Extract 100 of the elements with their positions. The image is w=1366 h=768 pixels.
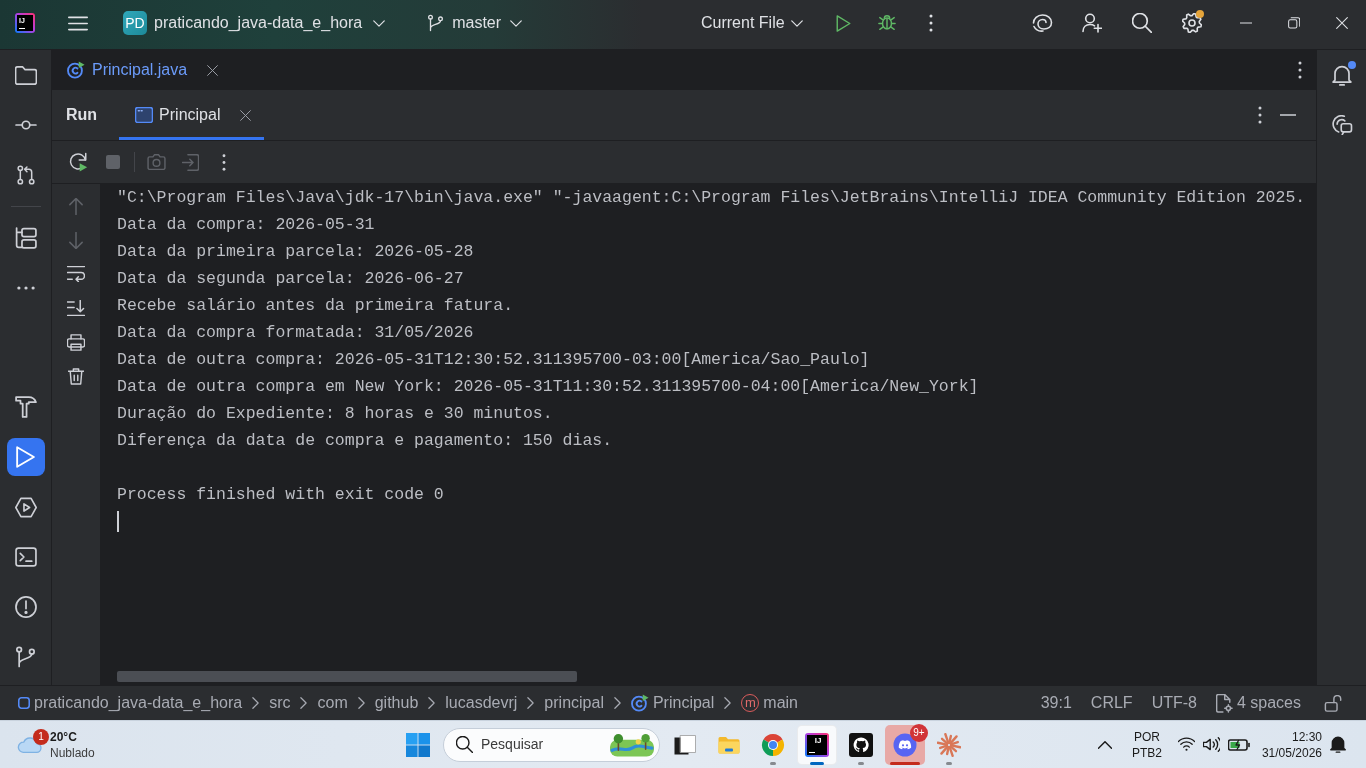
breadcrumb-item[interactable]: praticando_java-data_e_hora: [18, 693, 243, 713]
folder-icon: [14, 64, 37, 86]
breadcrumb-item[interactable]: m main: [741, 693, 798, 713]
tool-window-button[interactable]: [6, 438, 45, 476]
play-icon[interactable]: [835, 14, 851, 32]
structure-icon: [14, 227, 37, 249]
chevron-right-icon: [527, 697, 535, 709]
chevron-right-icon: [252, 697, 260, 709]
printer-icon[interactable]: [67, 333, 85, 351]
more-vertical-icon[interactable]: [1298, 61, 1302, 79]
color-wheel-icon: [761, 732, 785, 757]
play-icon: [16, 446, 35, 468]
clock-date[interactable]: 31/05/2026: [1261, 744, 1322, 761]
landscape-icon: [610, 732, 654, 757]
cat-logo-icon: [849, 732, 873, 757]
chevron-down-icon: [790, 19, 803, 27]
console-line: Data da segunda parcela: 2026-06-27: [117, 268, 464, 290]
temperature-text: 20°C: [50, 728, 78, 745]
start-icon[interactable]: [406, 732, 430, 757]
taskbar-button[interactable]: 9+: [885, 724, 925, 765]
settings-icon[interactable]: [1182, 13, 1202, 33]
console-line: Data da compra formatada: 31/05/2026: [117, 322, 474, 344]
bell-icon[interactable]: [1331, 64, 1352, 86]
circular-arrow-icon[interactable]: [69, 152, 89, 172]
squares-icon: [673, 732, 697, 757]
console-line: Data de outra compra em New York: 2026-05-31T11:30:52.311395700-04:00[America/New_York]: [117, 376, 979, 398]
breadcrumb-item[interactable]: lucasdevrj: [445, 693, 518, 713]
rounded-square-icon: [18, 697, 30, 709]
console-line: Duração do Expediente: 8 horas e 30 minutos.: [117, 403, 553, 425]
wrap-lines-icon[interactable]: [67, 266, 85, 282]
editor-tab[interactable]: Principal.java: [67, 58, 219, 82]
exclamation-circle-icon: [14, 596, 37, 618]
lines-arrow-down-icon[interactable]: [67, 300, 85, 316]
console-line: Data de outra compra: 2026-05-31T12:30:52.311395700-03:00[America/Sao_Paulo]: [117, 349, 870, 371]
panel-title: Run: [66, 105, 98, 125]
menu-icon[interactable]: [68, 15, 88, 31]
language-indicator[interactable]: POR: [1133, 728, 1160, 745]
console-line: Recebe salário antes da primeira fatura.: [117, 295, 514, 317]
project-selector[interactable]: praticando_java-data_e_hora: [154, 13, 386, 33]
chevron-right-icon: [300, 697, 308, 709]
chat-bubbles-icon[interactable]: [1330, 115, 1353, 135]
wifi-icon[interactable]: [1177, 737, 1195, 752]
scrollbar-thumb[interactable]: [117, 671, 577, 682]
close-icon[interactable]: [240, 109, 252, 121]
class-icon: [630, 694, 649, 712]
weather-condition: Nublado: [50, 744, 95, 761]
breadcrumb-item[interactable]: principal: [544, 693, 604, 713]
project-badge: PD: [123, 11, 147, 35]
branch-icon: [428, 14, 444, 32]
console-line: Data da primeira parcela: 2026-05-28: [117, 241, 474, 263]
clock-time[interactable]: 12:30: [1291, 728, 1322, 745]
run-tab[interactable]: Principal: [119, 90, 265, 140]
taskbar-button[interactable]: IJ: [797, 724, 837, 765]
bug-icon[interactable]: [878, 14, 896, 32]
line-separator[interactable]: CRLF: [1090, 693, 1133, 713]
hexagon-play-icon: [14, 496, 37, 518]
chevron-right-icon: [428, 697, 436, 709]
text-cursor: [117, 511, 119, 532]
breadcrumb-item[interactable]: com: [317, 693, 348, 713]
trash-icon[interactable]: [68, 367, 84, 385]
restore-icon[interactable]: [1288, 17, 1300, 29]
speaker-icon[interactable]: [1202, 737, 1220, 752]
search-input[interactable]: Pesquisar: [481, 734, 602, 755]
add-user-icon[interactable]: [1082, 13, 1102, 33]
chevron-right-icon: [613, 697, 621, 709]
indent-setting[interactable]: 4 spaces: [1215, 693, 1301, 713]
battery-icon[interactable]: [1227, 738, 1250, 751]
document-gear-icon: [1215, 693, 1233, 713]
commit-icon: [14, 120, 37, 130]
console-line: Data da compra: 2026-05-31: [117, 214, 375, 236]
spiral-icon[interactable]: [1031, 14, 1053, 32]
bell-icon[interactable]: [1330, 736, 1346, 753]
console-window-icon: [135, 107, 154, 123]
branch-selector[interactable]: master: [428, 13, 523, 33]
breadcrumb-item[interactable]: Principal: [630, 693, 715, 713]
class-file-icon: [67, 61, 85, 79]
console-line: Process finished with exit code 0: [117, 484, 444, 506]
keyboard-layout[interactable]: PTB2: [1131, 744, 1162, 761]
breadcrumb-item[interactable]: src: [269, 693, 291, 713]
more-vertical-icon[interactable]: [1258, 106, 1262, 124]
chevron-right-icon: [357, 697, 365, 709]
run-configuration-selector[interactable]: Current File: [693, 13, 821, 33]
caret-up-icon[interactable]: [1097, 740, 1112, 749]
hammer-icon: [14, 396, 37, 418]
more-vertical-icon[interactable]: [222, 153, 226, 171]
sunburst-icon: [937, 732, 961, 757]
breadcrumb-item[interactable]: github: [374, 693, 419, 713]
file-encoding[interactable]: UTF-8: [1151, 693, 1197, 713]
search-icon[interactable]: [1132, 13, 1152, 33]
search-bar[interactable]: Pesquisar: [443, 727, 660, 762]
cursor-position[interactable]: 39:1: [1040, 693, 1072, 713]
pull-request-icon: [16, 164, 35, 186]
weather-badge: 1: [33, 729, 49, 745]
padlock-icon[interactable]: [1324, 694, 1342, 712]
more-vertical-icon[interactable]: [929, 14, 933, 32]
app-logo: IJ: [805, 732, 829, 757]
close-icon[interactable]: [207, 64, 219, 76]
console-line: "C:\Program Files\Java\jdk-17\bin\java.exe" "-javaagent:C:\Program Files\JetBrains\IntelliJ IDEA Community Edition 2025.: [117, 187, 1306, 209]
branch-icon: [16, 646, 35, 668]
chevron-down-icon: [373, 19, 386, 27]
